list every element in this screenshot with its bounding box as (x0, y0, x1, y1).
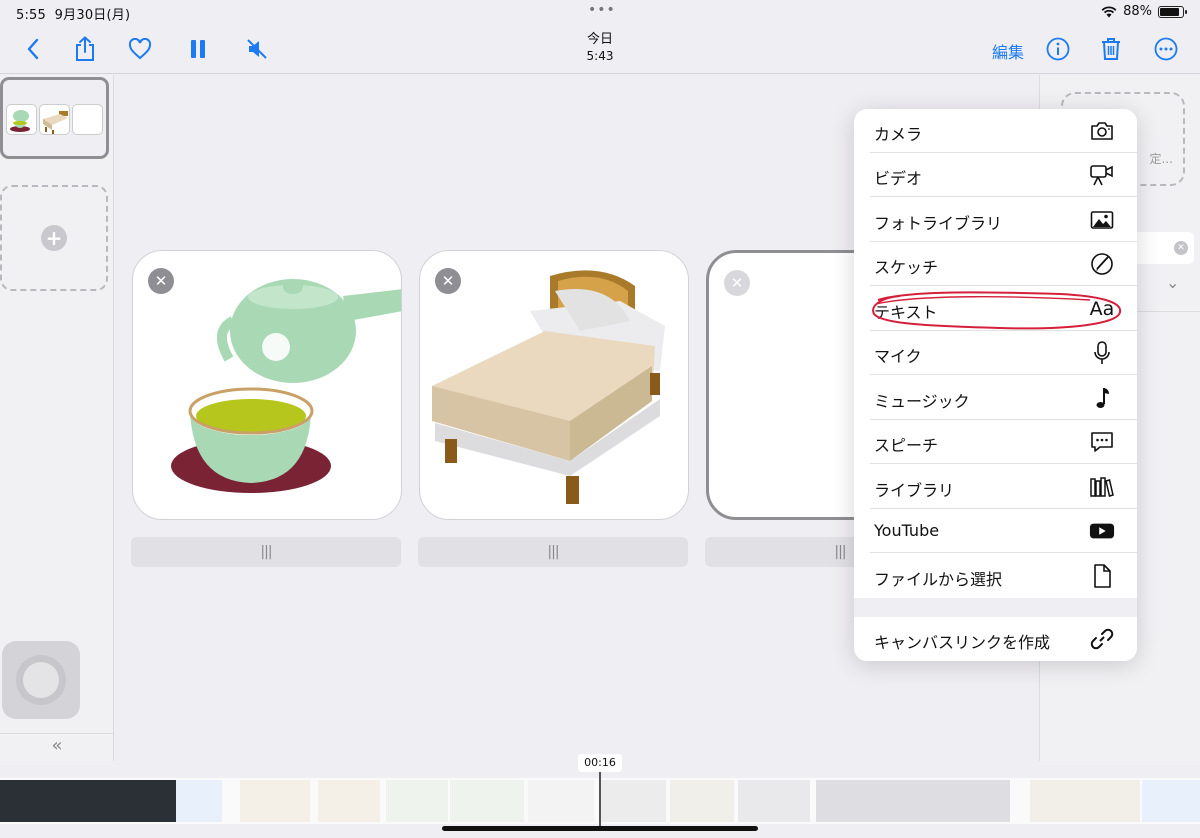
remove-card-icon[interactable]: ✕ (435, 268, 461, 294)
menu-item-sketch[interactable]: スケッチ (854, 242, 1137, 286)
menu-item-text[interactable]: テキスト Aa (854, 287, 1137, 331)
menu-item-video[interactable]: ビデオ (854, 153, 1137, 197)
menu-item-label: フォトライブラリ (874, 214, 1003, 233)
chevron-down-icon[interactable]: ⌄ (1166, 273, 1179, 292)
assistive-touch-button[interactable] (2, 641, 80, 719)
info-icon[interactable] (1043, 34, 1073, 64)
menu-item-camera[interactable]: カメラ (854, 109, 1137, 153)
video-camera-icon (1089, 162, 1115, 188)
menu-item-create-canvas-link[interactable]: キャンバスリンクを作成 (854, 617, 1137, 661)
trash-icon[interactable] (1096, 34, 1126, 64)
timeline-segment-dark (0, 780, 176, 822)
title-text: 今日 (586, 32, 613, 47)
page-sidebar: + « (0, 75, 114, 761)
menu-item-speech[interactable]: スピーチ (854, 420, 1137, 464)
timeline-segment-cards (1030, 780, 1140, 822)
tea-illustration (171, 279, 401, 493)
remove-card-icon[interactable]: ✕ (724, 270, 750, 296)
timeline-playhead[interactable] (599, 772, 601, 828)
speech-bubble-icon (1089, 429, 1115, 455)
home-indicator (442, 826, 758, 831)
timeline-segment-cards (670, 780, 734, 822)
menu-item-library[interactable]: ライブラリ (854, 465, 1137, 509)
timeline-segment-cards (528, 780, 594, 822)
menu-item-label: テキスト (874, 303, 938, 322)
mute-speaker-icon[interactable] (242, 34, 272, 64)
bed-illustration (432, 270, 665, 504)
youtube-icon (1089, 518, 1115, 544)
timeline-segment-cards (738, 780, 810, 822)
battery-percent: 88% (1123, 4, 1152, 19)
menu-item-label: ファイルから選択 (874, 570, 1003, 589)
add-content-menu: カメラ ビデオ フォトライブラリ スケッチ テキスト Aa マイク ミュージック… (854, 109, 1137, 661)
back-icon[interactable] (18, 34, 48, 64)
menu-item-photo-library[interactable]: フォトライブラリ (854, 198, 1137, 242)
toolbar: 今日 5:43 編集 (0, 24, 1200, 74)
favorite-heart-icon[interactable] (125, 34, 155, 64)
menu-item-microphone[interactable]: マイク (854, 331, 1137, 375)
menu-item-choose-file[interactable]: ファイルから選択 (854, 554, 1137, 598)
text-aa-icon: Aa (1089, 298, 1115, 320)
timeline-segment-cards (318, 780, 380, 822)
timeline-time-label: 00:16 (578, 754, 622, 772)
timeline-segment-characters (1142, 780, 1200, 822)
menu-item-music[interactable]: ミュージック (854, 376, 1137, 420)
clear-field-icon[interactable]: ✕ (1174, 241, 1188, 255)
status-time: 5:55 9月30日(月) (16, 8, 131, 23)
multitask-dots[interactable]: ••• (588, 2, 616, 18)
pause-icon[interactable] (183, 34, 213, 64)
microphone-icon (1089, 340, 1115, 366)
remove-card-icon[interactable]: ✕ (148, 268, 174, 294)
status-right: 88% (1101, 4, 1187, 19)
menu-section-gap (854, 598, 1137, 617)
share-icon[interactable] (70, 34, 100, 64)
camera-icon (1089, 118, 1115, 144)
timeline-segment-cards (450, 780, 524, 822)
add-page-button[interactable]: + (0, 185, 108, 291)
subtitle-time: 5:43 (586, 49, 614, 63)
page-thumbnail[interactable] (0, 77, 109, 159)
menu-item-label: カメラ (874, 125, 923, 144)
collapse-sidebar-icon[interactable]: « (0, 733, 114, 761)
mini-empty-slot (72, 104, 103, 135)
page-title: 今日 5:43 (560, 32, 640, 64)
file-icon (1089, 563, 1115, 589)
wifi-icon (1101, 5, 1117, 17)
status-bar: 5:55 9月30日(月) ••• 88% (0, 0, 1200, 24)
timeline-segment-cards (240, 780, 310, 822)
timeline-segment-characters (176, 780, 222, 822)
timeline-segment-cards (386, 780, 448, 822)
menu-item-label: ライブラリ (874, 481, 955, 500)
library-icon (1089, 474, 1115, 500)
timeline-segment-cards (600, 780, 666, 822)
menu-item-label: ミュージック (874, 392, 970, 411)
menu-item-label: スケッチ (874, 258, 939, 277)
music-note-icon (1089, 385, 1115, 411)
more-icon[interactable] (1151, 34, 1181, 64)
link-icon (1089, 626, 1115, 652)
card-tea[interactable]: ✕ (132, 250, 402, 520)
photo-icon (1089, 207, 1115, 233)
battery-icon (1158, 5, 1187, 18)
menu-item-label: YouTube (874, 521, 940, 540)
card-drag-handle[interactable]: ||| (131, 537, 401, 567)
menu-item-label: マイク (874, 347, 922, 366)
sketch-icon (1089, 251, 1115, 277)
menu-item-label: スピーチ (874, 436, 939, 455)
edit-button[interactable]: 編集 (992, 39, 1024, 63)
timeline-segment-screens (816, 780, 1010, 822)
mini-tea-image (6, 104, 37, 135)
menu-item-youtube[interactable]: YouTube (854, 509, 1137, 553)
plus-icon: + (41, 225, 67, 251)
background-label: 定... (1149, 152, 1173, 166)
card-bed[interactable]: ✕ (419, 250, 689, 520)
card-drag-handle[interactable]: ||| (418, 537, 688, 567)
menu-item-label: ビデオ (874, 169, 923, 188)
mini-bed-image (39, 104, 70, 135)
menu-item-label: キャンバスリンクを作成 (874, 633, 1051, 652)
